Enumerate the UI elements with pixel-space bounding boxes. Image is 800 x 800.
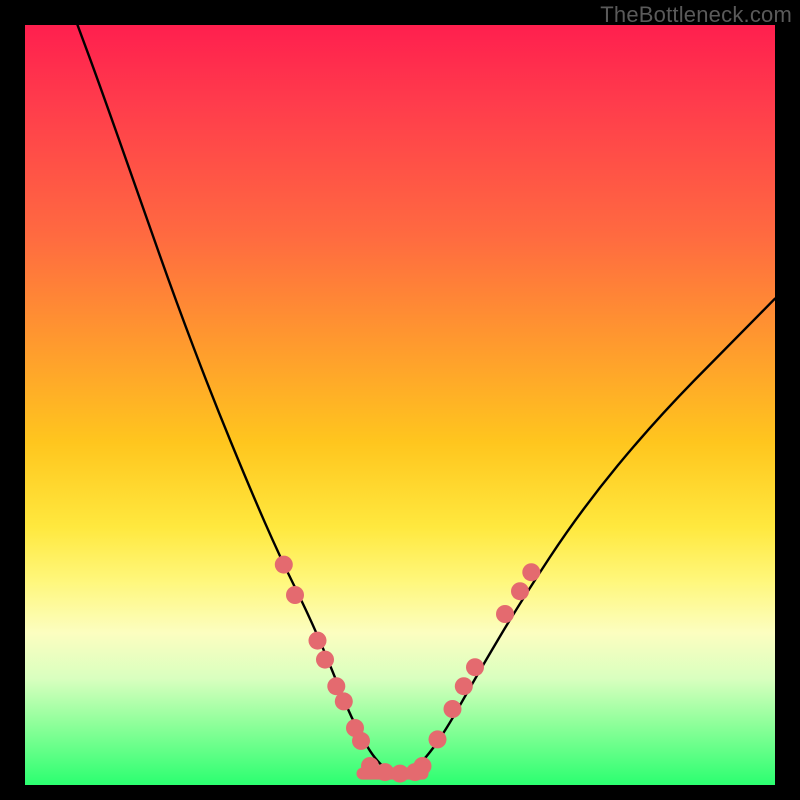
data-dot xyxy=(429,730,447,748)
data-dot xyxy=(511,582,529,600)
data-dot xyxy=(455,677,473,695)
data-dot xyxy=(316,651,334,669)
chart-frame: TheBottleneck.com xyxy=(0,0,800,800)
data-dot xyxy=(496,605,514,623)
data-dot xyxy=(335,692,353,710)
data-dot xyxy=(352,732,370,750)
data-dot xyxy=(444,700,462,718)
data-dot xyxy=(414,757,432,775)
data-dots-group xyxy=(275,556,541,783)
data-dot xyxy=(522,563,540,581)
data-dot xyxy=(466,658,484,676)
curve-overlay xyxy=(25,25,775,785)
plot-area xyxy=(25,25,775,785)
data-dot xyxy=(286,586,304,604)
bottleneck-curve xyxy=(78,25,776,774)
data-dot xyxy=(275,556,293,574)
data-dot xyxy=(309,632,327,650)
